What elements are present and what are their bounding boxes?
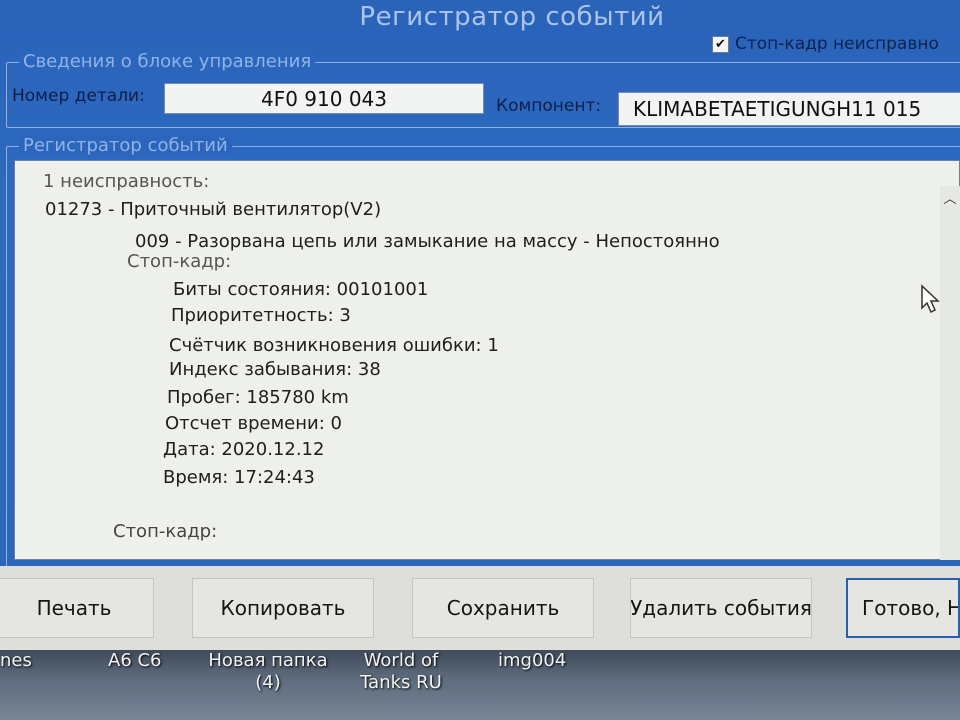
checkmark-icon[interactable]: ✔ [712,35,729,53]
log-line: Счётчик возникновения ошибки: 1 [169,335,499,356]
log-line: Стоп-кадр: [127,251,232,272]
event-recorder-window: Регистратор событий ✔ Стоп-кадр неисправ… [0,0,960,650]
log-line: Отсчет времени: 0 [165,413,342,434]
copy-button[interactable]: Копировать [192,578,374,638]
log-line: Время: 17:24:43 [163,467,315,488]
part-number-value: 4F0 910 043 [260,86,387,111]
mouse-pointer-icon [920,284,942,318]
log-line: Индекс забывания: 38 [169,359,381,380]
component-value: KLIMABETAETIGUNGH11 015 [633,97,922,121]
done-button[interactable]: Готово, На [846,578,960,638]
component-field[interactable]: KLIMABETAETIGUNGH11 015 [618,92,960,126]
button-strip: Печать Копировать Сохранить Удалить собы… [0,566,960,650]
stop-frame-checkbox-label: Стоп-кадр неисправно [735,34,939,54]
desktop-icon-label[interactable]: A6 C6 [108,650,162,672]
log-line: 009 - Разорвана цепь или замыкание на ма… [135,231,720,252]
log-line: Приоритетность: 3 [171,305,351,326]
delete-events-button[interactable]: Удалить события [630,578,812,638]
part-number-field[interactable]: 4F0 910 043 [164,83,484,114]
desktop-icon-label[interactable]: World of Tanks RU [356,650,446,694]
desktop-icon-label[interactable]: Новая папка (4) [206,650,330,694]
save-button[interactable]: Сохранить [412,578,594,638]
log-line: 1 неисправность: [43,171,210,192]
part-number-label: Номер детали: [12,86,145,106]
log-line: Биты состояния: 00101001 [173,279,429,300]
event-log-textarea[interactable]: 1 неисправность: 01273 - Приточный венти… [14,160,960,560]
log-line: Стоп-кадр: [113,521,218,542]
log-line: Дата: 2020.12.12 [163,439,325,460]
desktop-area: nes A6 C6 Новая папка (4) World of Tanks… [0,650,960,720]
event-log-group-title: Регистратор событий [19,135,232,156]
log-line: Пробег: 185780 km [167,387,349,408]
scroll-up-icon[interactable]: ︿ [940,186,960,208]
window-title: Регистратор событий [359,2,665,32]
stop-frame-checkbox[interactable]: ✔ Стоп-кадр неисправно [712,34,939,54]
control-unit-group-title: Сведения о блоке управления [19,51,316,72]
log-scrollbar[interactable] [940,186,960,560]
desktop-icon-label[interactable]: img004 [498,650,566,672]
component-label: Компонент: [496,96,602,116]
print-button[interactable]: Печать [0,578,154,638]
log-line: 01273 - Приточный вентилятор(V2) [45,199,382,220]
desktop-icon-label[interactable]: nes [0,650,32,672]
